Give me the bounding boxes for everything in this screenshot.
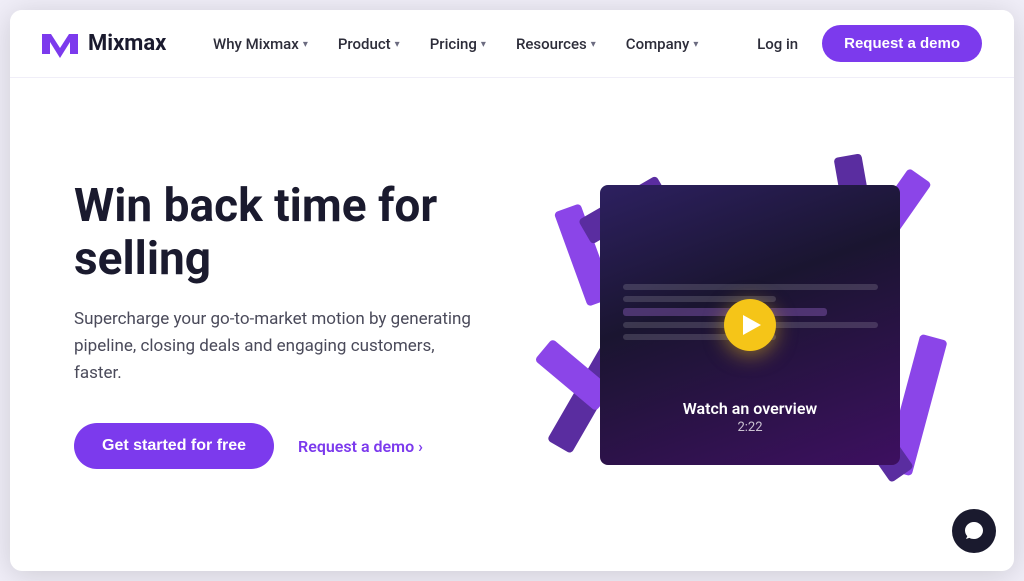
video-background: Watch an overview 2:22 (600, 185, 900, 465)
chevron-down-icon: ▾ (591, 39, 596, 50)
browser-frame: Mixmax Why Mixmax ▾ Product ▾ Pricing ▾ … (10, 10, 1014, 571)
login-button[interactable]: Log in (745, 27, 810, 61)
video-wrapper: Watch an overview 2:22 (560, 155, 940, 495)
navbar: Mixmax Why Mixmax ▾ Product ▾ Pricing ▾ … (10, 10, 1014, 78)
chat-support-button[interactable] (952, 509, 996, 553)
nav-actions: Log in Request a demo (745, 25, 982, 62)
hero-content-right: Watch an overview 2:22 (534, 105, 966, 545)
play-icon (743, 315, 761, 335)
screen-line-1 (623, 284, 878, 290)
brand-name: Mixmax (88, 31, 166, 56)
chevron-down-icon: ▾ (395, 39, 400, 50)
nav-links: Why Mixmax ▾ Product ▾ Pricing ▾ Resourc… (201, 27, 710, 61)
nav-item-product[interactable]: Product ▾ (326, 27, 412, 61)
video-caption-duration: 2:22 (683, 420, 817, 435)
hero-section: Win back time for selling Supercharge yo… (10, 78, 1014, 571)
nav-item-pricing[interactable]: Pricing ▾ (418, 27, 498, 61)
video-caption-title: Watch an overview (683, 399, 817, 418)
hero-ctas: Get started for free Request a demo › (74, 423, 534, 469)
hero-content-left: Win back time for selling Supercharge yo… (74, 180, 534, 469)
chevron-down-icon: ▾ (481, 39, 486, 50)
request-demo-link[interactable]: Request a demo › (298, 437, 423, 456)
video-caption: Watch an overview 2:22 (683, 399, 817, 435)
chevron-down-icon: ▾ (693, 39, 698, 50)
chat-icon (963, 520, 985, 542)
hero-title: Win back time for selling (74, 180, 534, 286)
get-started-button[interactable]: Get started for free (74, 423, 274, 469)
nav-item-resources[interactable]: Resources ▾ (504, 27, 608, 61)
chevron-down-icon: ▾ (303, 39, 308, 50)
logo-area[interactable]: Mixmax (42, 30, 166, 58)
hero-subtitle: Supercharge your go-to-market motion by … (74, 306, 474, 388)
nav-item-why-mixmax[interactable]: Why Mixmax ▾ (201, 27, 320, 61)
logo-icon (42, 30, 78, 58)
nav-item-company[interactable]: Company ▾ (614, 27, 711, 61)
screen-line-3 (623, 308, 827, 316)
request-demo-button[interactable]: Request a demo (822, 25, 982, 62)
play-button[interactable] (724, 299, 776, 351)
